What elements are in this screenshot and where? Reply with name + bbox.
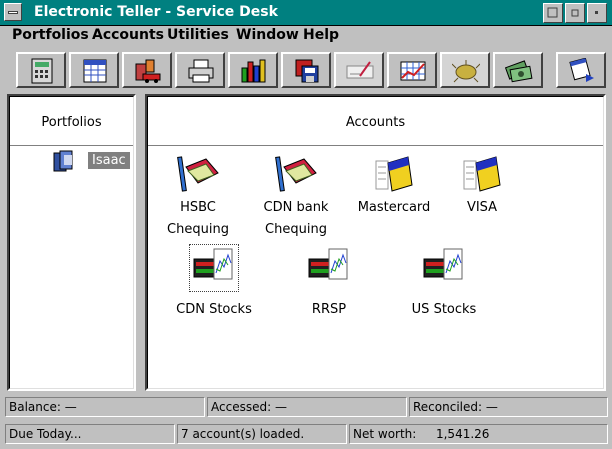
- chequebook-icon: [275, 156, 317, 192]
- account-name-line1: CDN bank: [263, 200, 329, 215]
- toolbar-calendar-button[interactable]: [69, 52, 119, 88]
- account-name-line2: Chequing: [265, 222, 327, 237]
- account-cdn-bank-chequing[interactable]: CDN bank Chequing: [246, 155, 346, 241]
- menu-accounts[interactable]: Accounts: [92, 27, 164, 43]
- grid-chart-icon: [400, 61, 426, 81]
- account-name-line1: RRSP: [311, 302, 347, 317]
- account-name-line2: Chequing: [167, 222, 229, 237]
- account-name-line1: Mastercard: [357, 200, 431, 215]
- stock-ticker-icon: [423, 248, 463, 280]
- account-hsbc-chequing[interactable]: HSBC Chequing: [148, 155, 248, 241]
- toolbar-save-button[interactable]: [281, 52, 331, 88]
- account-us-stocks[interactable]: US Stocks: [394, 245, 494, 321]
- window-title: Electronic Teller - Service Desk: [34, 4, 278, 20]
- bar-chart-icon: [241, 59, 266, 83]
- toolbar-assets-button[interactable]: [122, 52, 172, 88]
- toolbar: [0, 47, 612, 93]
- toolbar-print-button[interactable]: [175, 52, 225, 88]
- minimize-icon: [547, 7, 558, 18]
- toolbar-schedule-button[interactable]: [556, 52, 606, 88]
- net-worth-value: 1,541.26: [435, 427, 490, 441]
- status-reconciled: Reconciled: —: [409, 397, 608, 417]
- menu-utilities[interactable]: Utilities: [167, 27, 229, 43]
- money-icon: [505, 60, 533, 83]
- account-name-line1: HSBC: [180, 200, 216, 215]
- stock-ticker-icon: [308, 248, 348, 280]
- portfolios-header: Portfolios: [41, 115, 102, 130]
- maximize-button[interactable]: [565, 3, 585, 23]
- stock-ticker-icon: [193, 248, 233, 280]
- accounts-header: Accounts: [345, 115, 406, 130]
- system-menu-icon[interactable]: [4, 3, 22, 21]
- status-accessed: Accessed: —: [207, 397, 407, 417]
- menu-help[interactable]: Help: [303, 27, 339, 43]
- calendar-arrow-icon: [569, 58, 594, 82]
- toolbar-graph-button[interactable]: [387, 52, 437, 88]
- menu-bar: Portfolios Accounts Utilities Window Hel…: [0, 26, 612, 46]
- accounts-pane: Accounts HSBC Chequing CDN bank Chequing…: [145, 94, 606, 391]
- toolbar-bug-button[interactable]: [440, 52, 490, 88]
- chequebook-icon: [177, 156, 219, 192]
- status-accounts-loaded: 7 account(s) loaded.: [177, 424, 347, 444]
- menu-window[interactable]: Window: [236, 27, 299, 43]
- account-rrsp[interactable]: RRSP: [279, 245, 379, 321]
- portfolios-pane: Portfolios Isaac: [7, 94, 136, 391]
- account-visa[interactable]: VISA: [432, 155, 532, 219]
- portfolio-icon: [53, 150, 73, 172]
- credit-card-icon: [463, 156, 501, 192]
- bug-icon: [452, 60, 480, 83]
- close-button[interactable]: [587, 3, 607, 23]
- cheque-icon: [346, 61, 374, 79]
- calculator-icon: [31, 58, 53, 84]
- account-mastercard[interactable]: Mastercard: [344, 155, 444, 219]
- restore-icon: [571, 9, 579, 17]
- main-window: Electronic Teller - Service Desk Portfol…: [0, 0, 612, 449]
- disk-icon: [295, 59, 319, 83]
- status-net-worth: Net worth: 1,541.26: [349, 424, 608, 444]
- portfolio-label: Isaac: [88, 152, 130, 169]
- account-name-line1: CDN Stocks: [176, 302, 252, 317]
- title-bar[interactable]: Electronic Teller - Service Desk: [0, 0, 612, 26]
- toolbar-cheque-button[interactable]: [334, 52, 384, 88]
- status-due-today: Due Today...: [5, 424, 175, 444]
- credit-card-icon: [375, 156, 413, 192]
- portfolio-item-isaac[interactable]: Isaac: [52, 149, 130, 177]
- minimize-button[interactable]: [543, 3, 563, 23]
- net-worth-label: Net worth:: [353, 427, 417, 441]
- account-cdn-stocks[interactable]: CDN Stocks: [164, 244, 264, 321]
- toolbar-report-button[interactable]: [228, 52, 278, 88]
- menu-portfolios[interactable]: Portfolios: [12, 27, 89, 43]
- car-house-icon: [135, 59, 161, 83]
- toolbar-calculator-button[interactable]: [16, 52, 66, 88]
- account-name-line1: US Stocks: [411, 302, 477, 317]
- printer-icon: [188, 59, 214, 83]
- status-balance: Balance: —: [5, 397, 205, 417]
- account-name-line1: VISA: [466, 200, 498, 215]
- toolbar-money-button[interactable]: [493, 52, 543, 88]
- close-icon: [595, 11, 598, 14]
- calendar-icon: [83, 59, 107, 83]
